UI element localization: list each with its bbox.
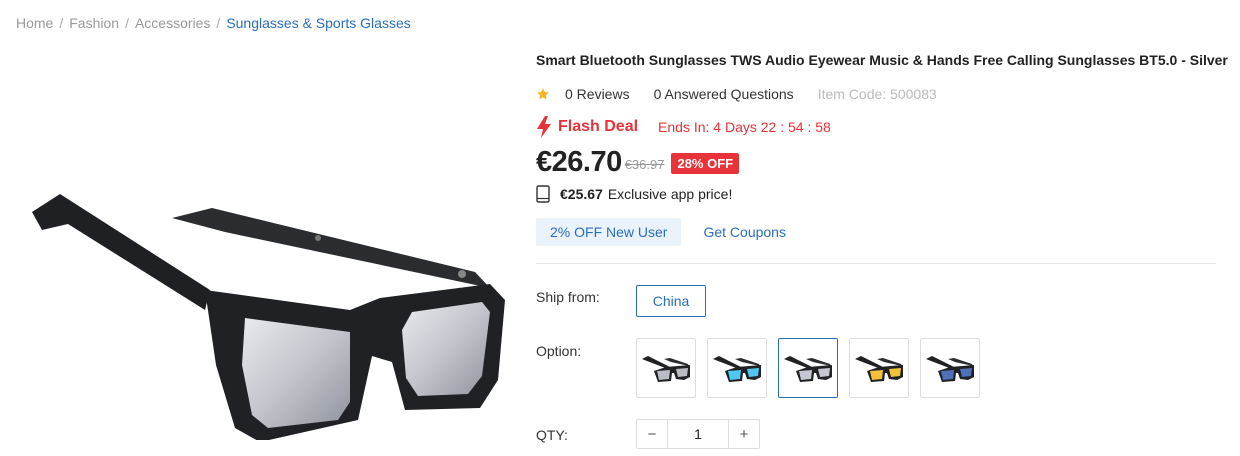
current-price: €26.70 [536,146,622,178]
option-label: Option: [536,343,582,359]
breadcrumb-separator: / [216,15,221,31]
questions-link[interactable]: 0 Answered Questions [654,86,794,102]
qty-decrease-button[interactable]: − [637,420,667,448]
sunglasses-image [32,194,505,442]
lightning-bolt-icon [537,116,551,138]
quantity-stepper: − 1 + [636,419,760,449]
breadcrumb-current[interactable]: Sunglasses & Sports Glasses [226,15,410,31]
product-meta: 0 Reviews 0 Answered Questions Item Code… [536,86,937,102]
sunglasses-thumb-icon [713,356,761,382]
star-icon [537,88,549,100]
option-thumb[interactable] [707,338,767,398]
breadcrumb-fashion[interactable]: Fashion [69,15,119,31]
discount-badge: 28% OFF [671,153,740,174]
qty-input[interactable]: 1 [667,420,729,448]
breadcrumb-separator: / [59,15,64,31]
product-title: Smart Bluetooth Sunglasses TWS Audio Eye… [536,52,1228,68]
breadcrumb-separator: / [125,15,129,31]
sunglasses-thumb-icon [784,356,832,382]
sunglasses-thumb-icon [642,356,690,382]
sunglasses-thumb-icon [855,356,903,382]
ship-from-label: Ship from: [536,289,600,305]
flash-deal-label: Flash Deal [558,118,639,135]
breadcrumb-home[interactable]: Home [16,15,53,31]
original-price: €36.97 [624,157,665,172]
breadcrumb: Home / Fashion / Accessories / Sunglasses & Sp… [16,15,411,31]
option-thumb[interactable] [849,338,909,398]
option-thumb[interactable] [636,338,696,398]
flash-deal: Flash Deal Ends In: 4 Days 22 : 54 : 58 [536,116,831,138]
new-user-coupon[interactable]: 2% OFF New User [536,218,682,246]
app-price-row: €25.67 Exclusive app price! [536,185,732,203]
sunglasses-thumb-icon [926,356,974,382]
breadcrumb-accessories[interactable]: Accessories [135,15,210,31]
product-image[interactable] [20,180,520,442]
ship-from-china-button[interactable]: China [636,285,706,317]
get-coupons-link[interactable]: Get Coupons [703,224,786,240]
phone-icon [536,185,550,203]
price-row: €26.70 €36.97 28% OFF [536,146,740,179]
coupon-row: 2% OFF New User Get Coupons [536,218,786,246]
option-thumb[interactable] [778,338,838,398]
reviews-link[interactable]: 0 Reviews [565,86,630,102]
item-code: Item Code: 500083 [817,86,937,102]
qty-label: QTY: [536,427,568,443]
option-thumb[interactable] [920,338,980,398]
app-price-text: Exclusive app price! [607,186,733,202]
option-list [636,338,980,398]
flash-deal-countdown: Ends In: 4 Days 22 : 54 : 58 [658,119,831,135]
qty-increase-button[interactable]: + [729,420,759,448]
app-price: €25.67 [560,186,603,202]
divider [536,263,1216,264]
